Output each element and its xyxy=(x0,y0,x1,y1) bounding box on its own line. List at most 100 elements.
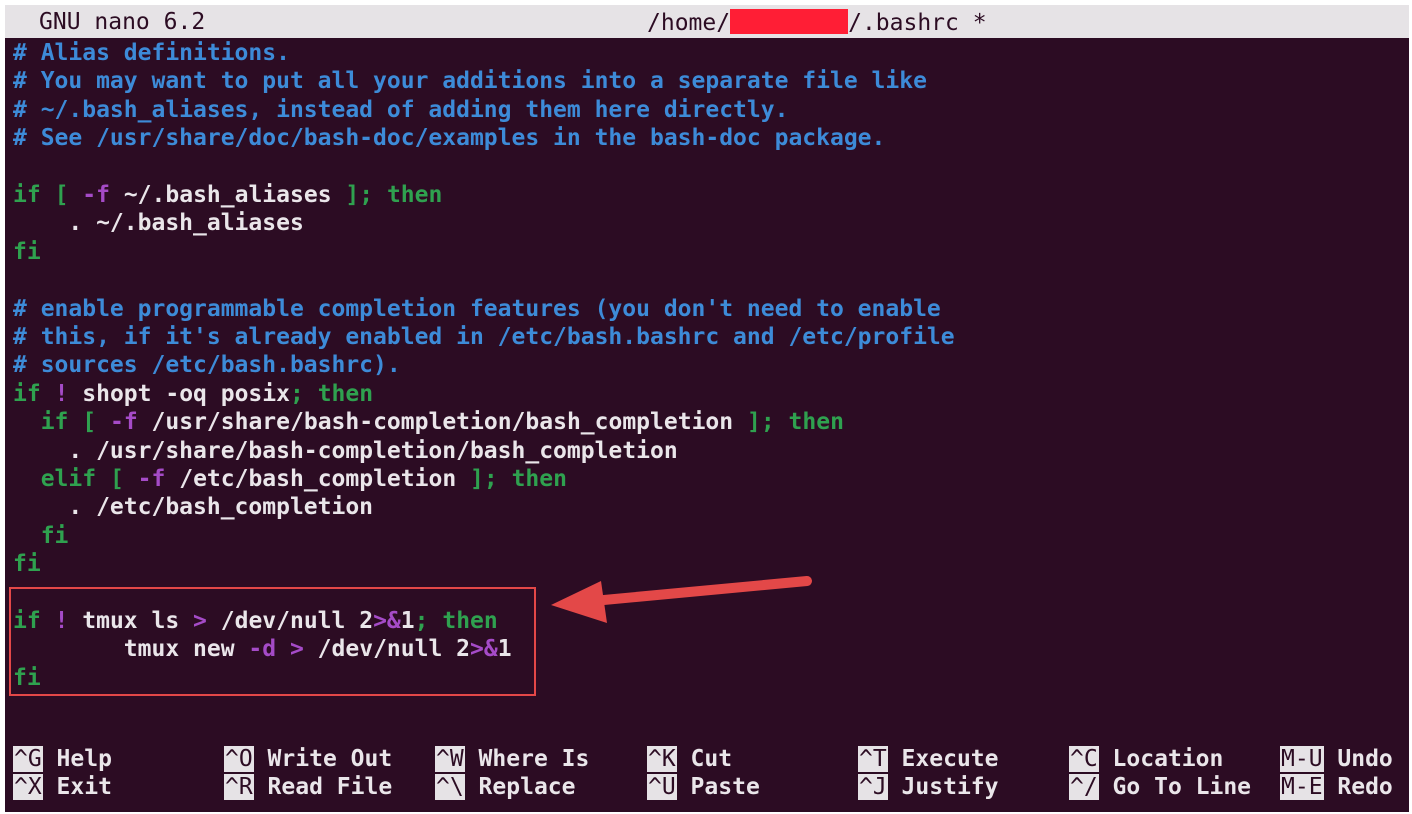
shortcut-label: Read File xyxy=(253,774,393,800)
code-line: . /etc/bash_completion xyxy=(13,493,373,521)
code-line: fi xyxy=(13,550,41,578)
nano-editor-window: GNU nano 6.2 /home/ /.bashrc * # Alias de… xyxy=(5,5,1409,812)
shortcut-item[interactable]: ^W Where Is xyxy=(435,745,589,773)
shortcut-label: Write Out xyxy=(253,746,393,772)
shortcut-item[interactable]: ^K Cut xyxy=(647,745,732,773)
code-line: fi xyxy=(13,522,69,550)
code-line: # See /usr/share/doc/bash-doc/examples i… xyxy=(13,124,885,152)
code-token: if xyxy=(13,380,41,407)
shortcut-label: Paste xyxy=(676,774,760,800)
code-line: # this, if it's already enabled in /etc/… xyxy=(13,323,955,351)
shortcut-key: ^\ xyxy=(435,774,465,800)
shortcut-item[interactable]: ^C Location xyxy=(1069,745,1223,773)
shortcut-label: Exit xyxy=(42,774,112,800)
shortcut-key: ^X xyxy=(13,774,43,800)
code-token: . /etc/bash_completion xyxy=(13,494,374,521)
code-token: then xyxy=(317,380,374,407)
shortcut-item[interactable]: M-U Undo xyxy=(1280,745,1393,773)
code-token: fi xyxy=(13,238,41,265)
code-token: ]; xyxy=(746,409,775,436)
code-token: ~/.bash_aliases xyxy=(109,182,346,208)
code-token: # You may want to put all your additions… xyxy=(13,68,927,95)
shortcut-key: ^T xyxy=(858,746,888,772)
shortcut-label: Replace xyxy=(464,774,576,800)
highlight-box xyxy=(9,587,536,696)
shortcut-key: ^/ xyxy=(1069,774,1099,800)
shortcut-label: Help xyxy=(42,746,112,772)
shortcut-key: ^J xyxy=(858,774,888,800)
shortcut-label: Redo xyxy=(1323,774,1393,800)
shortcut-item[interactable]: ^T Execute xyxy=(858,745,998,773)
code-line: # ~/.bash_aliases, instead of adding the… xyxy=(13,96,788,124)
shortcut-item[interactable]: ^X Exit xyxy=(13,773,112,801)
shortcut-key: ^W xyxy=(435,746,465,772)
code-token: [ xyxy=(82,409,97,436)
code-line: . ~/.bash_aliases xyxy=(13,209,304,237)
shortcut-item[interactable]: ^/ Go To Line xyxy=(1069,773,1251,801)
nano-titlebar: GNU nano 6.2 /home/ /.bashrc * xyxy=(5,5,1409,38)
shortcut-label: Justify xyxy=(887,774,999,800)
code-token: then xyxy=(511,466,567,492)
code-line: # You may want to put all your additions… xyxy=(13,67,927,95)
code-token: fi xyxy=(13,551,41,578)
app-name: GNU nano 6.2 xyxy=(39,9,206,35)
shortcut-item[interactable]: ^J Justify xyxy=(858,773,998,801)
code-token: fi xyxy=(40,522,69,549)
shortcut-label: Cut xyxy=(676,746,733,772)
file-path: /home/ /.bashrc * xyxy=(647,9,987,36)
shortcut-label: Undo xyxy=(1323,746,1393,772)
shortcut-item[interactable]: ^R Read File xyxy=(224,773,392,801)
code-token: -f xyxy=(137,466,166,492)
code-token: then xyxy=(386,182,443,208)
shortcut-label: Location xyxy=(1098,746,1224,772)
code-line: # Alias definitions. xyxy=(13,39,290,67)
shortcut-key: ^C xyxy=(1069,746,1099,772)
shortcut-item[interactable]: ^U Paste xyxy=(647,773,760,801)
code-token: ]; xyxy=(345,182,374,208)
shortcut-label: Where Is xyxy=(464,746,590,772)
shortcut-label: Go To Line xyxy=(1098,774,1252,800)
code-token: if xyxy=(40,409,69,436)
shortcut-key: ^R xyxy=(224,774,254,800)
code-line: fi xyxy=(13,238,41,266)
code-token: -f xyxy=(109,409,138,436)
code-token: [ xyxy=(54,182,69,208)
code-line: . /usr/share/bash-completion/bash_comple… xyxy=(13,437,677,465)
code-token: # this, if it's already enabled in /etc/… xyxy=(13,324,955,350)
code-token: # Alias definitions. xyxy=(13,40,290,66)
code-token: /usr/share/bash-completion/bash_completi… xyxy=(137,409,747,436)
shortcut-item[interactable]: M-E Redo xyxy=(1280,773,1393,801)
shortcut-item[interactable]: ^\ Replace xyxy=(435,773,575,801)
code-token: shopt -oq posix xyxy=(68,380,290,407)
shortcut-key: M-U xyxy=(1280,746,1324,772)
code-token: # See /usr/share/doc/bash-doc/examples i… xyxy=(13,125,886,152)
code-token: # ~/.bash_aliases, instead of adding the… xyxy=(13,96,789,123)
code-token: /etc/bash_completion xyxy=(165,466,471,492)
code-token: # sources /etc/bash.bashrc). xyxy=(13,352,401,379)
code-line: # sources /etc/bash.bashrc). xyxy=(13,351,401,379)
shortcut-key: ^G xyxy=(13,746,43,772)
shortcut-label: Execute xyxy=(887,746,999,772)
code-token: -f xyxy=(82,182,110,208)
shortcut-item[interactable]: ^G Help xyxy=(13,745,112,773)
code-token: if xyxy=(13,182,41,208)
shortcut-key: M-E xyxy=(1280,774,1324,800)
code-line: # enable programmable completion feature… xyxy=(13,295,941,323)
shortcut-key: ^O xyxy=(224,746,254,772)
shortcut-item[interactable]: ^O Write Out xyxy=(224,745,392,773)
code-token: then xyxy=(788,409,844,436)
code-token: . ~/.bash_aliases xyxy=(13,210,304,237)
code-token: ; xyxy=(289,380,304,407)
code-token: ]; xyxy=(470,466,498,492)
